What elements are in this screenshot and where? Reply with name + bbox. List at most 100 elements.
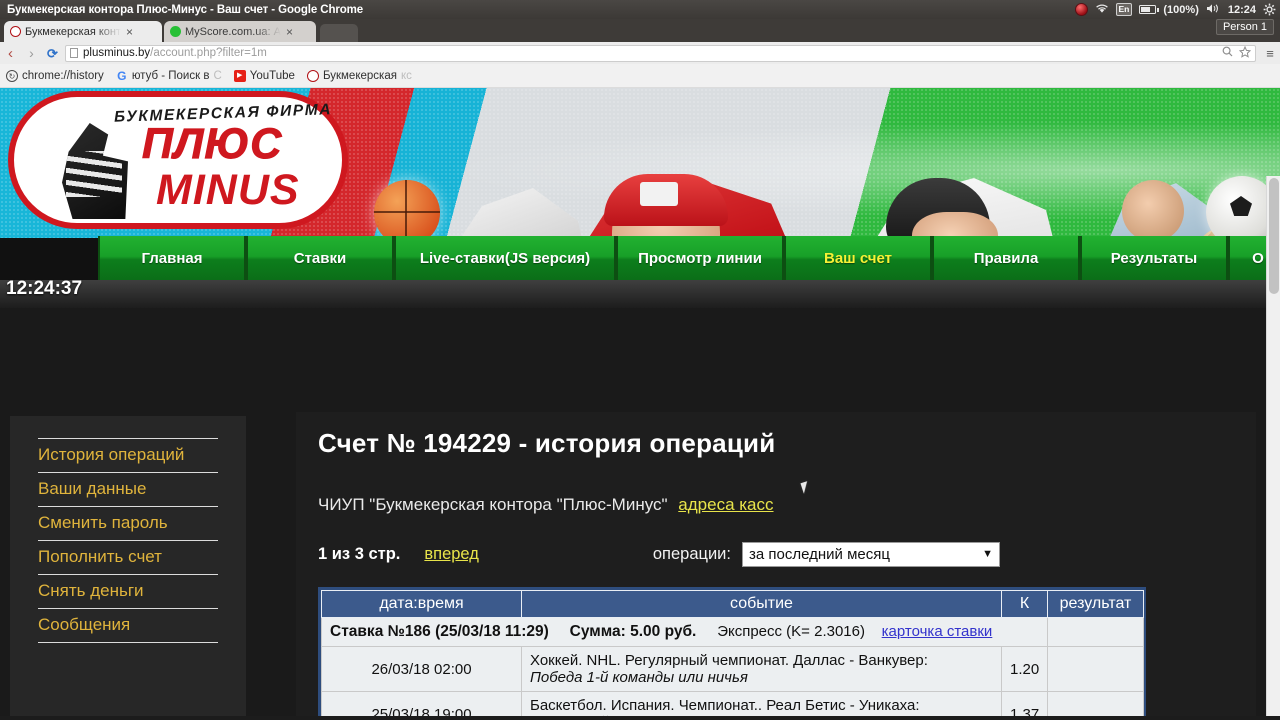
close-icon[interactable]: × (126, 26, 133, 38)
scrollbar-thumb[interactable] (1269, 178, 1279, 294)
tab-myscore[interactable]: MyScore.com.ua: А × (164, 21, 316, 42)
cell-result (1047, 646, 1144, 692)
bet-number: Ставка №186 (25/03/18 11:29) (330, 623, 549, 640)
pager-and-filter-row: 1 из 3 стр. вперед операции: за последни… (318, 541, 1256, 567)
pager-next-link[interactable]: вперед (424, 545, 479, 564)
bookmark-label: chrome://history (22, 69, 104, 82)
plusminus-favicon (10, 26, 21, 37)
operations-label: операции: (652, 544, 731, 563)
bookmark-youtube[interactable]: ▶ YouTube (233, 69, 295, 82)
page-icon (70, 48, 78, 58)
os-title-bar: Букмекерская контора Плюс-Минус - Ваш сч… (0, 0, 1280, 19)
nav-item-results[interactable]: Результаты (1080, 236, 1228, 280)
back-icon[interactable]: ‹ (0, 46, 21, 61)
system-clock[interactable]: 12:24 (1228, 4, 1256, 16)
plusminus-favicon (306, 69, 319, 82)
tab-label: MyScore.com.ua: А (185, 25, 281, 38)
google-icon: G (117, 68, 127, 83)
nav-item-live-bets[interactable]: Live-ставки(JS версия) (394, 236, 616, 280)
record-icon[interactable] (1074, 3, 1088, 16)
page-scrollbar[interactable] (1266, 176, 1280, 720)
bookmark-youtube-search[interactable]: G ютуб - Поиск в С (116, 70, 222, 82)
forward-icon[interactable]: › (21, 46, 42, 60)
pager-label: 1 из 3 стр. (318, 544, 401, 563)
operations-period-select[interactable]: за последний месяц ▼ (741, 541, 1000, 567)
user-account-label[interactable]: Person 1 (1215, 19, 1274, 35)
gear-icon[interactable] (1263, 3, 1276, 16)
chevron-down-icon: ▼ (982, 548, 993, 560)
account-sidebar: История операций Ваши данные Сменить пар… (10, 416, 246, 720)
site-logo[interactable]: БУКМЕКЕРСКАЯ ФИРМА ПЛЮС MINUS (8, 91, 348, 229)
basketball-image (374, 180, 440, 238)
url-host: plusminus.by (83, 47, 151, 59)
history-icon: ↻ (6, 69, 18, 82)
cell-coefficient: 1.20 (1001, 646, 1048, 692)
address-bar[interactable]: plusminus.by /account.php?filter=1m (65, 44, 1256, 62)
bet-summary-result (1047, 617, 1144, 647)
sidebar-item-withdraw[interactable]: Снять деньги (38, 574, 218, 608)
cell-datetime: 26/03/18 02:00 (321, 646, 522, 692)
sidebar-item-deposit[interactable]: Пополнить счет (38, 540, 218, 574)
bookmarks-bar: ↻ chrome://history G ютуб - Поиск в С ▶ … (0, 64, 1280, 88)
helmet-patch (640, 182, 678, 206)
screen-recorder-strip (0, 280, 1280, 308)
bookmark-label: Букмекерская (322, 69, 397, 82)
column-header-k: К (1001, 590, 1048, 618)
page-title: Счет № 194229 - история операций (318, 428, 776, 458)
page-body: История операций Ваши данные Сменить пар… (0, 308, 1280, 720)
window-title: Букмекерская контора Плюс-Минус - Ваш сч… (7, 3, 364, 16)
sidebar-item-history[interactable]: История операций (38, 438, 218, 472)
web-page: БУКМЕКЕРСКАЯ ФИРМА ПЛЮС MINUS Главная Ст… (0, 88, 1280, 720)
bet-card-link[interactable]: карточка ставки (882, 623, 993, 640)
bet-summary-row: Ставка №186 (25/03/18 11:29) Сумма: 5.00… (321, 617, 1144, 647)
nav-item-rules[interactable]: Правила (932, 236, 1080, 280)
recording-timestamp: 12:24:37 (6, 278, 83, 299)
cash-offices-link[interactable]: адреса касс (678, 495, 773, 514)
bookmark-plusminus[interactable]: Букмекерская кс (306, 69, 412, 82)
star-icon[interactable] (1238, 45, 1252, 61)
sidebar-item-your-data[interactable]: Ваши данные (38, 472, 218, 506)
battery-percent-label: (100%) (1163, 3, 1199, 16)
youtube-icon: ▶ (233, 69, 246, 82)
bookmark-label: ютуб - Поиск в (131, 69, 210, 82)
zoom-icon[interactable] (1222, 46, 1233, 60)
operations-table: дата:время событие К результат Ставка №1… (321, 590, 1144, 720)
nav-item-bets[interactable]: Ставки (246, 236, 394, 280)
logo-word-minus: MINUS (156, 166, 300, 214)
nav-item-view-line[interactable]: Просмотр линии (616, 236, 784, 280)
table-header-row: дата:время событие К результат (321, 590, 1144, 618)
bet-amount: Сумма: 5.00 руб. (569, 623, 697, 640)
operations-selected-value: за последний месяц (748, 545, 890, 563)
battery-icon[interactable] (1139, 5, 1159, 14)
tab-plusminus[interactable]: Букмекерская конт × (4, 21, 162, 42)
bookmark-history[interactable]: ↻ chrome://history (6, 69, 104, 82)
cell-event: Хоккей. NHL. Регулярный чемпионат. Далла… (521, 646, 1002, 692)
column-header-result: результат (1047, 590, 1144, 618)
chrome-menu-icon[interactable]: ≡ (1260, 46, 1280, 61)
bet-summary-cell: Ставка №186 (25/03/18 11:29) Сумма: 5.00… (321, 617, 1048, 647)
sidebar-item-change-password[interactable]: Сменить пароль (38, 506, 218, 540)
volume-icon[interactable] (1206, 3, 1221, 17)
nav-item-home[interactable]: Главная (98, 236, 246, 280)
column-header-datetime: дата:время (321, 590, 522, 618)
bet-express: Экспресс (K= 2.3016) (717, 623, 865, 640)
bottom-edge (0, 716, 1280, 720)
table-row: 26/03/18 02:00 Хоккей. NHL. Регулярный ч… (321, 646, 1144, 692)
thumbs-up-icon (62, 123, 128, 219)
reload-icon[interactable]: ⟳ (42, 47, 63, 60)
wifi-icon[interactable] (1095, 3, 1109, 17)
logo-word-plus: ПЛЮС (141, 120, 283, 168)
keyboard-layout-indicator[interactable]: En (1115, 3, 1133, 16)
nav-item-your-account[interactable]: Ваш счет (784, 236, 932, 280)
url-path: /account.php?filter=1m (150, 47, 267, 59)
site-banner: БУКМЕКЕРСКАЯ ФИРМА ПЛЮС MINUS (0, 88, 1280, 238)
system-tray: En (100%) 12:24 (1074, 0, 1276, 19)
new-tab-button[interactable] (320, 24, 358, 42)
tab-label: Букмекерская конт (25, 25, 121, 38)
myscore-favicon (170, 26, 181, 37)
event-pick: Победа 1-й команды или ничья (530, 669, 748, 686)
bookmark-label-faded: кс (400, 69, 412, 82)
close-icon[interactable]: × (286, 26, 293, 38)
browser-toolbar: ‹ › ⟳ plusminus.by /account.php?filter=1… (0, 42, 1280, 64)
sidebar-item-messages[interactable]: Сообщения (38, 608, 218, 643)
